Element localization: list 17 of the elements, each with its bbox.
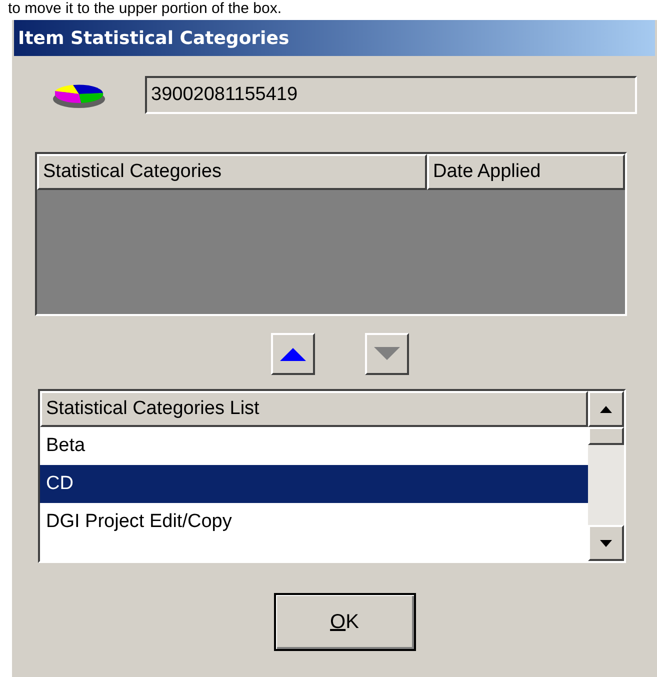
caption-text: to move it to the upper portion of the box. [7,0,283,18]
up-arrow-icon [278,346,308,362]
ok-button[interactable]: OK [274,593,416,651]
list-item[interactable]: CD [40,465,588,503]
scroll-up-button[interactable] [588,391,624,427]
move-up-button[interactable] [270,333,314,375]
down-caret-icon [600,540,612,546]
up-caret-icon [600,406,612,412]
scroll-thumb[interactable] [588,427,624,445]
down-arrow-icon [372,346,402,362]
column-header[interactable]: Statistical Categories List [40,391,588,427]
window-title: Item Statistical Categories [18,26,290,50]
scroll-down-button[interactable] [588,525,624,561]
scrollbar[interactable] [588,391,624,561]
column-header[interactable]: Statistical Categories [37,154,427,190]
barcode-field[interactable]: 39002081155419 [145,76,637,114]
column-header[interactable]: Date Applied [427,154,625,190]
